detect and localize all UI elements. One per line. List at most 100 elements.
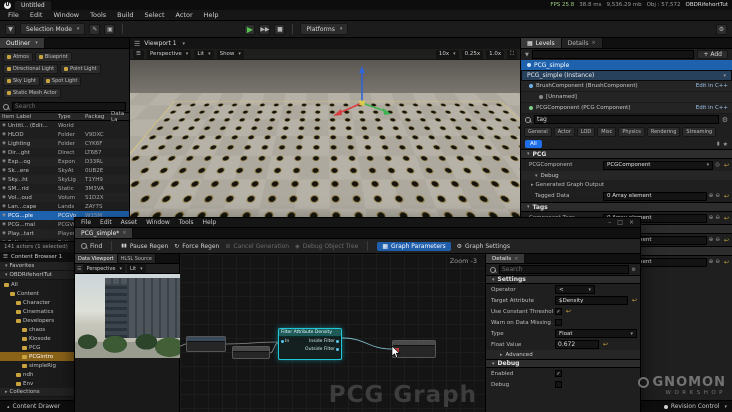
graph-node[interactable] [232,346,270,359]
viewport-perspective-dropdown[interactable]: Perspective▾ [147,50,191,59]
filter-attribute-density-node[interactable]: Filter Attribute Density In Inside Filte… [278,328,342,360]
menu-item[interactable]: File [81,219,91,226]
clear-array-icon[interactable]: ⊖ [715,193,720,199]
reset-to-default-icon[interactable]: ↩ [566,308,571,315]
close-icon[interactable]: × [514,256,518,262]
details-search-input[interactable] [534,115,719,124]
section-tags[interactable]: ▾Tags [521,202,732,212]
component-row-brush[interactable]: BrushComponent (BrushComponent) Edit in … [521,81,732,92]
node-details-search-input[interactable] [499,265,629,274]
place-actor-chip[interactable]: Point Light [60,64,100,74]
close-icon[interactable]: × [629,219,634,226]
menu-item[interactable]: Window [146,219,170,226]
pause-regen-button[interactable]: ▮▮Pause Regen [121,243,168,250]
screen-percentage-control[interactable]: 1.0x [486,50,504,59]
clear-array-icon[interactable]: ⊖ [715,215,720,221]
brush-tool-icon[interactable]: ✎ [89,24,100,35]
clear-array-icon[interactable]: ⊖ [715,259,720,265]
outliner-row[interactable]: ◉ HLOD Folder V9DXC [0,130,129,139]
pcg-component-combo[interactable]: PCGComponent ▾ [603,161,713,170]
levels-search-input[interactable] [532,50,695,59]
folder-item[interactable]: Content [0,289,74,298]
enabled-checkbox[interactable]: ✓ [555,370,562,377]
advanced-expander[interactable]: ▸Advanced [486,350,640,359]
platforms-dropdown[interactable]: Platforms▾ [300,23,348,35]
exposure-control[interactable]: 0.25x [462,50,484,59]
folder-item[interactable]: Cinematics [0,307,74,316]
dv-perspective-dropdown[interactable]: Perspective▾ [83,264,124,273]
outliner-row[interactable]: ◉ Dir...ght Direct LT6B7 [0,148,129,157]
viewport-lit-dropdown[interactable]: Lit▾ [194,50,213,59]
outliner-row[interactable]: ◉ Sk...ere SkyAt 0UB2E [0,166,129,175]
transform-gizmo[interactable] [330,63,396,123]
menu-item[interactable]: Edit [100,219,112,226]
category-tab[interactable]: Physics [618,127,645,137]
folder-item[interactable]: Character [0,298,74,307]
inside-filter-pin[interactable] [336,340,339,343]
reset-to-default-icon[interactable]: ↩ [632,297,637,304]
visibility-eye-icon[interactable]: ◉ [0,141,8,146]
col-data-layer[interactable]: Data La [109,111,129,123]
outliner-row[interactable]: ◉ SM...rid Static 3M3VA [0,184,129,193]
selection-mode-dropdown[interactable]: Selection Mode▾ [20,23,85,35]
component-row-pcg[interactable]: PCGComponent (PCG Component) Edit in C++ [521,103,732,114]
place-actor-chip[interactable]: Sky Light [3,76,40,86]
menu-item[interactable]: Build [117,11,133,19]
cube-tool-icon[interactable]: ▣ [104,24,115,35]
pcg-editor-window[interactable]: FileEditAssetWindowToolsHelp – □ × PCG_s… [75,218,640,412]
outside-filter-pin[interactable] [336,348,339,351]
viewport-show-dropdown[interactable]: Show▾ [217,50,244,59]
section-settings[interactable]: ▾Settings [486,275,640,284]
visibility-eye-icon[interactable]: ◉ [0,204,8,209]
folder-item[interactable]: Developers [0,316,74,325]
category-tab[interactable]: LOD [577,127,595,137]
reset-to-default-icon[interactable]: ↩ [603,341,608,348]
viewport-3d-scene[interactable]: ☰ Perspective▾ Lit▾ Show▾ 10x▾ 0.25x 1.0… [130,49,520,218]
visibility-eye-icon[interactable]: ◉ [0,168,8,173]
play-button[interactable]: ▶ [244,24,255,35]
outliner-row[interactable]: ◉ Exp...og Expon D33RL [0,157,129,166]
tab-levels[interactable]: ▦ Levels [521,38,562,48]
menu-item[interactable]: Help [204,11,219,19]
viewport-options-icon[interactable]: ☰ [77,266,81,272]
revision-control-button[interactable]: Revision Control ▾ [664,403,727,410]
category-tab[interactable]: Actor [554,127,575,137]
tab-pcg-simple[interactable]: PCG_simple* × [75,228,133,238]
visibility-eye-icon[interactable]: ◉ [0,123,8,128]
filter-funnel-icon[interactable]: ▼ [525,52,529,58]
folder-item[interactable]: Kiosode [0,334,74,343]
menu-item[interactable]: Help [203,219,217,226]
use-constant-threshold-checkbox[interactable]: ✓ [555,308,562,315]
data-viewport-preview[interactable] [75,274,180,358]
settings-gear-icon[interactable]: ⚙ [716,24,727,35]
section-pcg[interactable]: ▾PCG [521,149,732,159]
col-package[interactable]: Packag [83,114,109,120]
component-row-unnamed[interactable]: [Unnamed] [521,92,732,103]
collections-section[interactable]: ▸Collections [0,388,74,397]
content-drawer-button[interactable]: ▴ Content Drawer [5,403,60,410]
close-icon[interactable]: × [591,40,595,46]
visibility-eye-icon[interactable]: ◉ [0,177,8,182]
float-value-input[interactable] [555,340,599,349]
menu-item[interactable]: Edit [30,11,43,19]
folder-item[interactable]: chaos [0,325,74,334]
visibility-eye-icon[interactable]: ◉ [0,213,8,218]
bookmark-icon[interactable]: ▮ [717,141,720,147]
folder-item[interactable]: PCG [0,343,74,352]
visibility-eye-icon[interactable]: ◉ [0,222,8,227]
menu-item[interactable]: File [8,11,19,19]
visibility-eye-icon[interactable]: ◉ [0,231,8,236]
tab-outliner[interactable]: Outliner▾ [0,38,45,48]
reset-to-default-icon[interactable]: ↩ [724,237,729,244]
browse-to-icon[interactable]: ◎ [715,162,720,168]
stop-button[interactable]: ■ [274,24,285,35]
details-instance-header[interactable]: PCG_simple (Instance) ▾ [521,70,732,81]
operator-combo[interactable]: < ▾ [555,285,595,294]
place-actor-chip[interactable]: Atmos [3,52,33,62]
minimize-icon[interactable]: – [608,219,611,226]
tag-chip-all[interactable]: All [525,140,542,148]
menu-item[interactable]: Asset [121,219,137,226]
edit-in-cpp-link[interactable]: Edit in C++ [696,83,728,89]
category-tab[interactable]: General [524,127,552,137]
reset-to-default-icon[interactable]: ↩ [724,259,729,266]
